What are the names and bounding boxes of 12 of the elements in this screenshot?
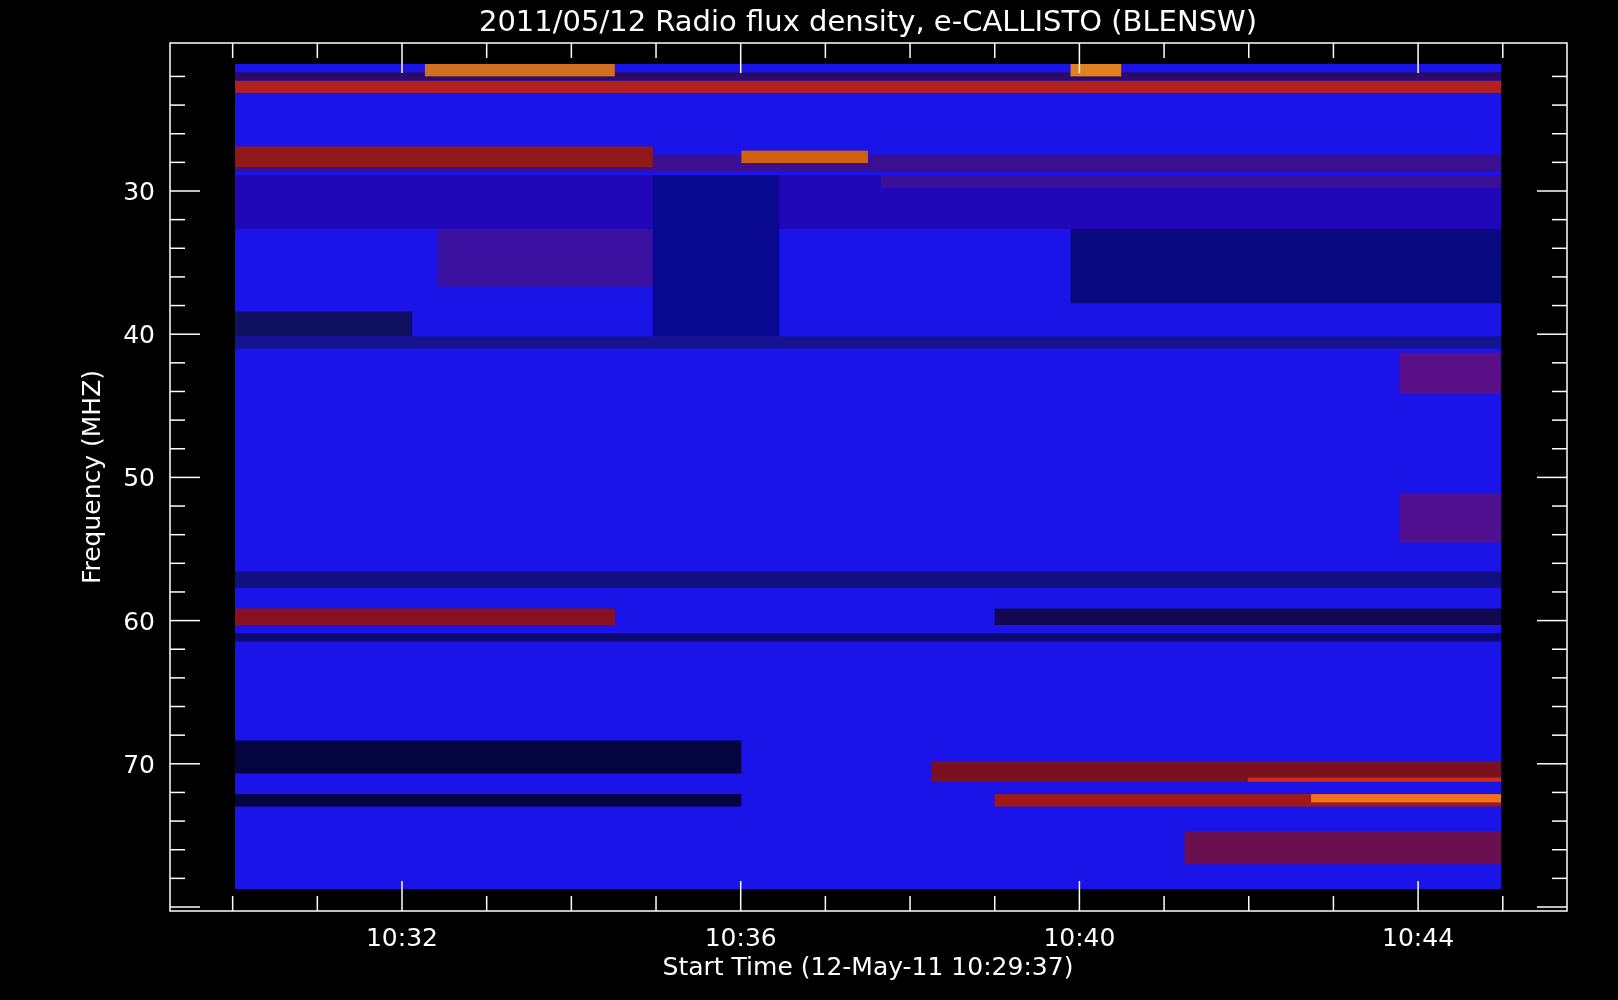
x-tick-label: 10:44: [1382, 923, 1455, 952]
x-tick-label: 10:40: [1043, 923, 1116, 952]
chart-title: 2011/05/12 Radio flux density, e-CALLISTO (BLENSW): [478, 4, 1258, 38]
y-tick-label: 60: [123, 606, 155, 636]
x-tick-label: 10:36: [704, 923, 777, 952]
y-tick-label: 50: [123, 463, 155, 493]
y-tick-label: 70: [123, 749, 155, 779]
y-tick-label: 40: [123, 320, 155, 350]
x-axis-label: Start Time (12-May-11 10:29:37): [662, 952, 1074, 981]
y-tick-label: 30: [123, 177, 155, 206]
y-axis-label: Frequency (MHZ): [77, 369, 106, 585]
x-tick-label: 10:32: [366, 923, 438, 952]
